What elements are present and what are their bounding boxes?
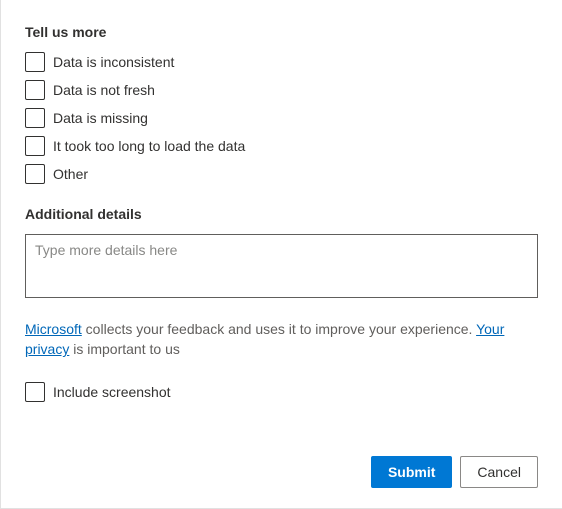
microsoft-link[interactable]: Microsoft [25,321,82,337]
checkbox-row-missing[interactable]: Data is missing [25,108,538,128]
checkbox-label-too-long: It took too long to load the data [53,138,245,154]
checkbox-row-too-long[interactable]: It took too long to load the data [25,136,538,156]
checkbox-row-not-fresh[interactable]: Data is not fresh [25,80,538,100]
checkbox-too-long[interactable] [25,136,45,156]
disclaimer-part2: is important to us [69,341,180,357]
checkbox-inconsistent[interactable] [25,52,45,72]
cancel-button[interactable]: Cancel [460,456,538,488]
disclaimer-part1: collects your feedback and uses it to im… [82,321,476,337]
checkbox-not-fresh[interactable] [25,80,45,100]
issue-checkbox-group: Data is inconsistent Data is not fresh D… [25,52,538,184]
include-screenshot-row[interactable]: Include screenshot [25,382,538,402]
checkbox-row-other[interactable]: Other [25,164,538,184]
disclaimer-text: Microsoft collects your feedback and use… [25,319,538,360]
checkbox-label-not-fresh: Data is not fresh [53,82,155,98]
additional-details-heading: Additional details [25,206,538,222]
checkbox-include-screenshot[interactable] [25,382,45,402]
include-screenshot-label: Include screenshot [53,384,171,400]
footer-buttons: Submit Cancel [371,456,538,488]
submit-button[interactable]: Submit [371,456,452,488]
checkbox-row-inconsistent[interactable]: Data is inconsistent [25,52,538,72]
checkbox-label-other: Other [53,166,88,182]
additional-details-textarea[interactable] [25,234,538,298]
checkbox-label-missing: Data is missing [53,110,148,126]
checkbox-label-inconsistent: Data is inconsistent [53,54,174,70]
checkbox-other[interactable] [25,164,45,184]
feedback-panel: Tell us more Data is inconsistent Data i… [1,0,562,422]
checkbox-missing[interactable] [25,108,45,128]
tell-us-more-heading: Tell us more [25,24,538,40]
